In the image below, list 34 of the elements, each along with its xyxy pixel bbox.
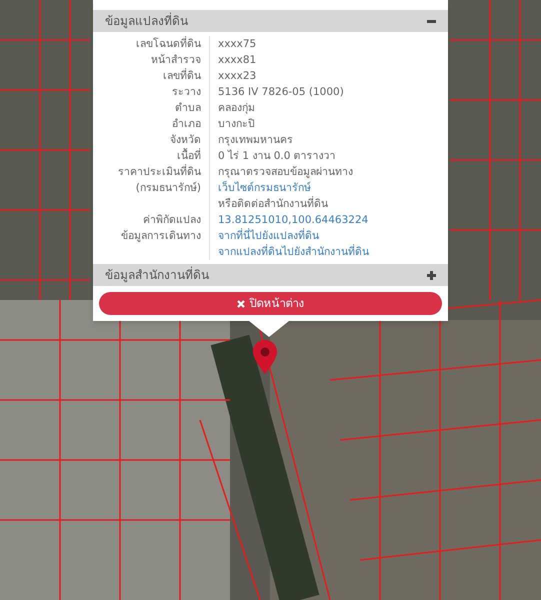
field-label: หน้าสำรวจ (150, 53, 201, 68)
value-text: 0 ไร่ 1 งาน 0.0 ตารางวา (218, 148, 336, 164)
value-text: xxxx81 (218, 53, 256, 68)
link[interactable]: 13.81251010,100.64463224 (218, 214, 368, 226)
field-label: ระวาง (171, 85, 201, 100)
field-label: อำเภอ (171, 117, 201, 132)
value-text: 5136 IV 7826-05 (1000) (218, 85, 344, 100)
section-title: ข้อมูลแปลงที่ดิน (105, 12, 188, 30)
value-text: หรือติดต่อสำนักงานที่ดิน (218, 196, 329, 212)
collapse-icon[interactable] (427, 20, 436, 22)
field-label: ตำบล (174, 101, 201, 116)
value-text: xxxx75 (218, 37, 256, 52)
field-label: เลขโฉนดที่ดิน (135, 36, 201, 52)
value-text: คลองกุ่ม (218, 101, 255, 116)
value-text: กรุงเทพมหานคร (218, 133, 293, 148)
close-icon (236, 300, 244, 308)
field-label: เลขที่ดิน (162, 68, 201, 84)
section-header[interactable]: ข้อมูลสำนักงานที่ดิน (93, 264, 448, 286)
link[interactable]: จากที่นี่ไปยังแปลงที่ดิน (218, 230, 319, 242)
close-button[interactable]: ปิดหน้าต่าง (99, 292, 442, 315)
value-text: xxxx23 (218, 69, 256, 84)
value-text: บางกะปิ (218, 117, 255, 132)
value-text: กรุณาตรวจสอบข้อมูลผ่านทาง เว็บไซต์กรมธนารักษ์ (218, 165, 354, 196)
section-title: ข้อมูลสำนักงานที่ดิน (105, 266, 209, 284)
expand-icon[interactable] (427, 270, 436, 280)
field-label: ค่าพิกัดแปลง (142, 213, 201, 228)
field-label: ข้อมูลการเดินทาง (120, 229, 201, 244)
link[interactable]: เว็บไซต์กรมธนารักษ์ (218, 182, 311, 194)
field-label: ราคาประเมินที่ดิน (117, 164, 201, 180)
field-label: (กรมธนารักษ์) (134, 180, 201, 196)
link[interactable]: จากแปลงที่ดินไปยังสำนักงานที่ดิน (218, 246, 369, 258)
section-header[interactable]: ข้อมูลแปลงที่ดิน (93, 10, 448, 32)
field-label: จังหวัด (169, 133, 201, 148)
field-label: เนื้อที่ (176, 148, 201, 164)
